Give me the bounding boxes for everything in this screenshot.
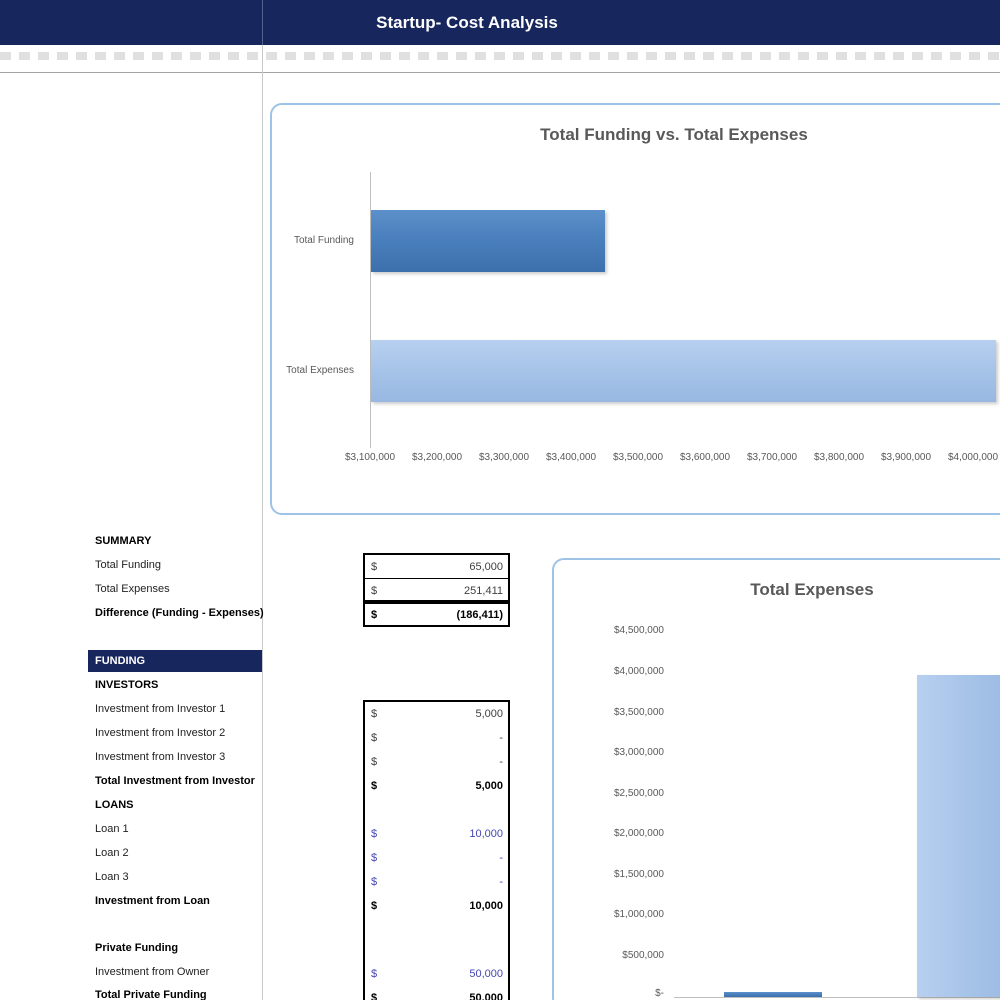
chart-title: Total Funding vs. Total Expenses	[374, 125, 974, 145]
cell-value: 65,000	[469, 555, 503, 579]
sidebar-row-total-private[interactable]: Total Private Funding	[95, 983, 262, 1000]
cell-total-funding[interactable]: $ 65,000	[365, 555, 508, 579]
cell-value: 5,000	[475, 774, 503, 798]
row-gridline	[0, 72, 1000, 73]
currency-symbol: $	[371, 774, 377, 798]
summary-values-box: $ 65,000 $ 251,411	[363, 553, 510, 602]
cell-owner[interactable]: $ 50,000	[365, 962, 508, 986]
bar-total-expenses	[371, 340, 996, 402]
cell-investor-3[interactable]: $ -	[365, 750, 508, 774]
chart-title: Total Expenses	[612, 580, 1000, 600]
sidebar-row-investors[interactable]: INVESTORS	[95, 673, 262, 697]
cell-loan-2[interactable]: $ -	[365, 846, 508, 870]
y-tick: $2,000,000	[554, 828, 664, 839]
currency-symbol: $	[371, 894, 377, 918]
sidebar-row-investor-3[interactable]: Investment from Investor 3	[95, 745, 262, 769]
cell-value: -	[499, 726, 503, 750]
currency-symbol: $	[371, 870, 377, 894]
title-bar: Startup- Cost Analysis	[0, 0, 1000, 45]
cell-loan-3[interactable]: $ -	[365, 870, 508, 894]
cell-value: -	[499, 870, 503, 894]
bar-small	[724, 992, 822, 997]
difference-value-box: $ (186,411)	[363, 602, 510, 627]
currency-symbol: $	[371, 750, 377, 774]
sidebar-row-loan-1[interactable]: Loan 1	[95, 817, 262, 841]
sidebar-row-loan-3[interactable]: Loan 3	[95, 865, 262, 889]
cell-value: 10,000	[469, 894, 503, 918]
y-tick: $500,000	[554, 950, 664, 961]
cell-value: 5,000	[475, 702, 503, 726]
y-tick: $1,000,000	[554, 909, 664, 920]
cell-value: 50,000	[469, 986, 503, 1000]
y-tick: $3,500,000	[554, 707, 664, 718]
sidebar-row-owner[interactable]: Investment from Owner	[95, 960, 262, 984]
sidebar-row-difference[interactable]: Difference (Funding - Expenses)	[95, 601, 262, 625]
sidebar-row-loans[interactable]: LOANS	[95, 793, 262, 817]
y-tick: $-	[554, 988, 664, 999]
cell-total-private[interactable]: $ 50,000	[365, 986, 508, 1000]
sidebar-row-total-investor[interactable]: Total Investment from Investor	[95, 769, 262, 793]
sidebar-row-total-funding[interactable]: Total Funding	[95, 553, 262, 577]
x-axis-line	[674, 997, 1000, 998]
sidebar-row-total-expenses[interactable]: Total Expenses	[95, 577, 262, 601]
cell-value: -	[499, 846, 503, 870]
chart-funding-vs-expenses: Total Funding vs. Total Expenses Total F…	[270, 103, 1000, 515]
sidebar-row-private-funding[interactable]: Private Funding	[95, 936, 262, 960]
cell-investor-2[interactable]: $ -	[365, 726, 508, 750]
spreadsheet-page: { "app": { "title": "Startup- Cost Analy…	[0, 0, 1000, 1000]
bar-tall	[917, 675, 1000, 997]
cell-total-loan[interactable]: $ 10,000	[365, 894, 508, 918]
category-label-total-expenses: Total Expenses	[272, 365, 362, 376]
currency-symbol: $	[371, 579, 377, 603]
hidden-row-ghost-text	[0, 52, 1000, 60]
currency-symbol: $	[371, 555, 377, 579]
sidebar-row-funding-header[interactable]: FUNDING	[88, 650, 262, 672]
cell-value: -	[499, 750, 503, 774]
cell-value: (186,411)	[457, 603, 503, 627]
currency-symbol: $	[371, 822, 377, 846]
currency-symbol: $	[371, 962, 377, 986]
sidebar-row-loan-2[interactable]: Loan 2	[95, 841, 262, 865]
cell-value: 10,000	[469, 822, 503, 846]
y-tick: $2,500,000	[554, 788, 664, 799]
cell-value: 251,411	[464, 579, 503, 603]
currency-symbol: $	[371, 726, 377, 750]
currency-symbol: $	[371, 702, 377, 726]
y-tick: $3,000,000	[554, 747, 664, 758]
y-tick: $4,000,000	[554, 666, 664, 677]
y-tick: $4,500,000	[554, 625, 664, 636]
sidebar-row-summary[interactable]: SUMMARY	[95, 529, 262, 553]
currency-symbol: $	[371, 846, 377, 870]
cell-difference[interactable]: $ (186,411)	[365, 603, 508, 627]
x-tick: $4,000,000	[933, 452, 1000, 463]
funding-values-box: $ 5,000 $ - $ - $ 5,000 $ 10,000 $ - $ -…	[363, 700, 510, 1000]
bar-total-funding	[371, 210, 605, 272]
y-tick: $1,500,000	[554, 869, 664, 880]
cell-total-investor[interactable]: $ 5,000	[365, 774, 508, 798]
sidebar-row-investor-1[interactable]: Investment from Investor 1	[95, 697, 262, 721]
column-gridline	[262, 45, 263, 1000]
sidebar-row-investment-loan[interactable]: Investment from Loan	[95, 889, 262, 913]
page-title: Startup- Cost Analysis	[262, 0, 672, 45]
currency-symbol: $	[371, 603, 377, 627]
category-label-total-funding: Total Funding	[272, 235, 362, 246]
sidebar-row-investor-2[interactable]: Investment from Investor 2	[95, 721, 262, 745]
currency-symbol: $	[371, 986, 377, 1000]
chart-total-expenses: Total Expenses $4,500,000 $4,000,000 $3,…	[552, 558, 1000, 1000]
cell-investor-1[interactable]: $ 5,000	[365, 702, 508, 726]
cell-loan-1[interactable]: $ 10,000	[365, 822, 508, 846]
cell-total-expenses[interactable]: $ 251,411	[365, 579, 508, 603]
cell-value: 50,000	[469, 962, 503, 986]
